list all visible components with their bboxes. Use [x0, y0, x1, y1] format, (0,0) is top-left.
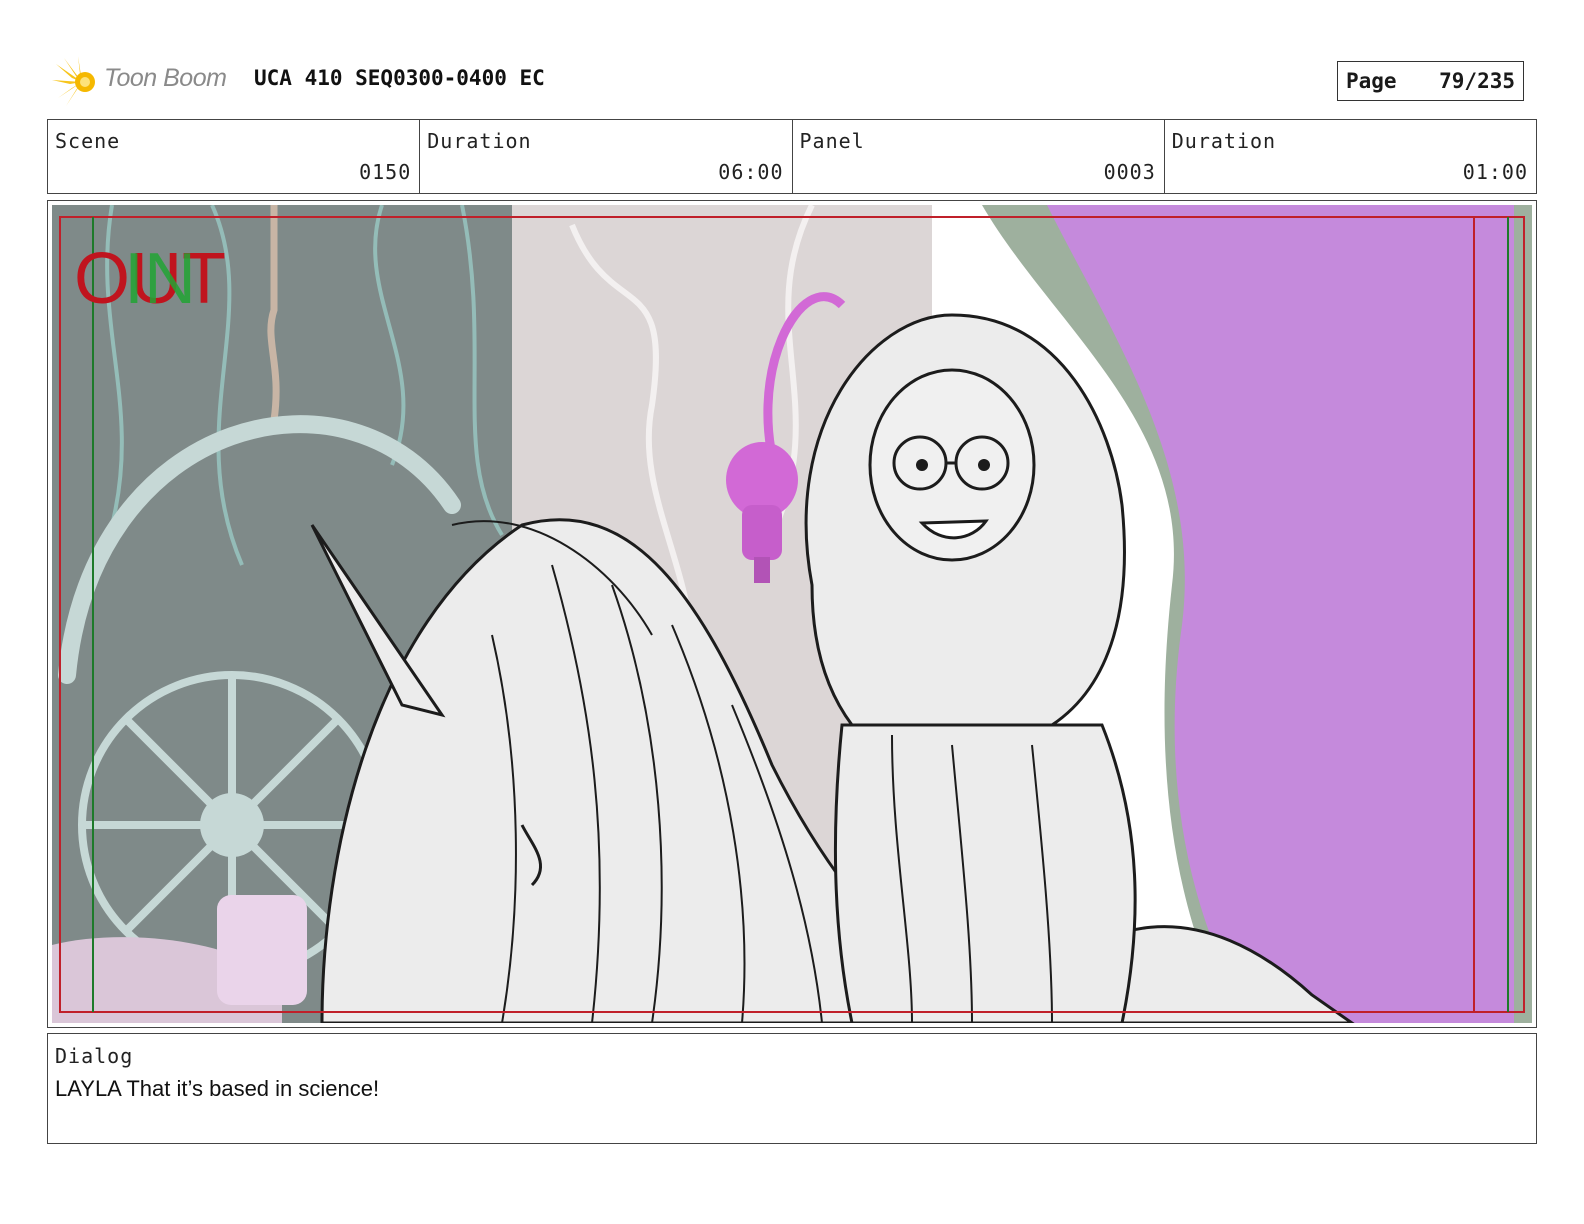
page-number: 79/235: [1439, 69, 1515, 93]
scene-duration-value: 06:00: [718, 160, 784, 184]
cushion-block: [217, 895, 307, 1005]
dialog-text: LAYLA That it’s based in science!: [55, 1076, 380, 1101]
starburst-icon: [52, 56, 95, 106]
panel-duration-label: Duration: [1171, 129, 1277, 153]
scene-cell: Scene 0150: [48, 120, 421, 193]
panel-label: Panel: [799, 129, 865, 153]
scene-value: 0150: [359, 160, 412, 184]
scene-duration-cell: Duration 06:00: [420, 120, 793, 193]
page-indicator: Page 79/235: [1337, 61, 1524, 101]
panel-value: 0003: [1103, 160, 1156, 184]
toon-boom-logo: Toon Boom: [52, 56, 242, 106]
storyboard-panel: OUT IN: [47, 200, 1537, 1028]
scene-duration-label: Duration: [427, 129, 532, 153]
scene-label: Scene: [55, 129, 121, 153]
panel-cell: Panel 0003: [793, 120, 1165, 193]
dialog-label: Dialog: [55, 1044, 134, 1068]
panel-duration-cell: Duration 01:00: [1165, 120, 1536, 193]
page-label: Page: [1346, 69, 1397, 93]
panel-duration-value: 01:00: [1462, 160, 1528, 184]
in-label: IN: [124, 239, 196, 319]
logo-text: Toon Boom: [104, 64, 227, 92]
scene-info-row: Scene 0150 Duration 06:00 Panel 0003 Dur…: [47, 119, 1537, 194]
chair-hub: [200, 793, 264, 857]
document-title: UCA 410 SEQ0300-0400 EC: [254, 66, 545, 90]
dialog-box: Dialog LAYLA That it’s based in science!: [47, 1033, 1537, 1144]
layla-sketch: [804, 313, 1137, 1023]
panel-artwork: OUT IN: [52, 205, 1532, 1023]
